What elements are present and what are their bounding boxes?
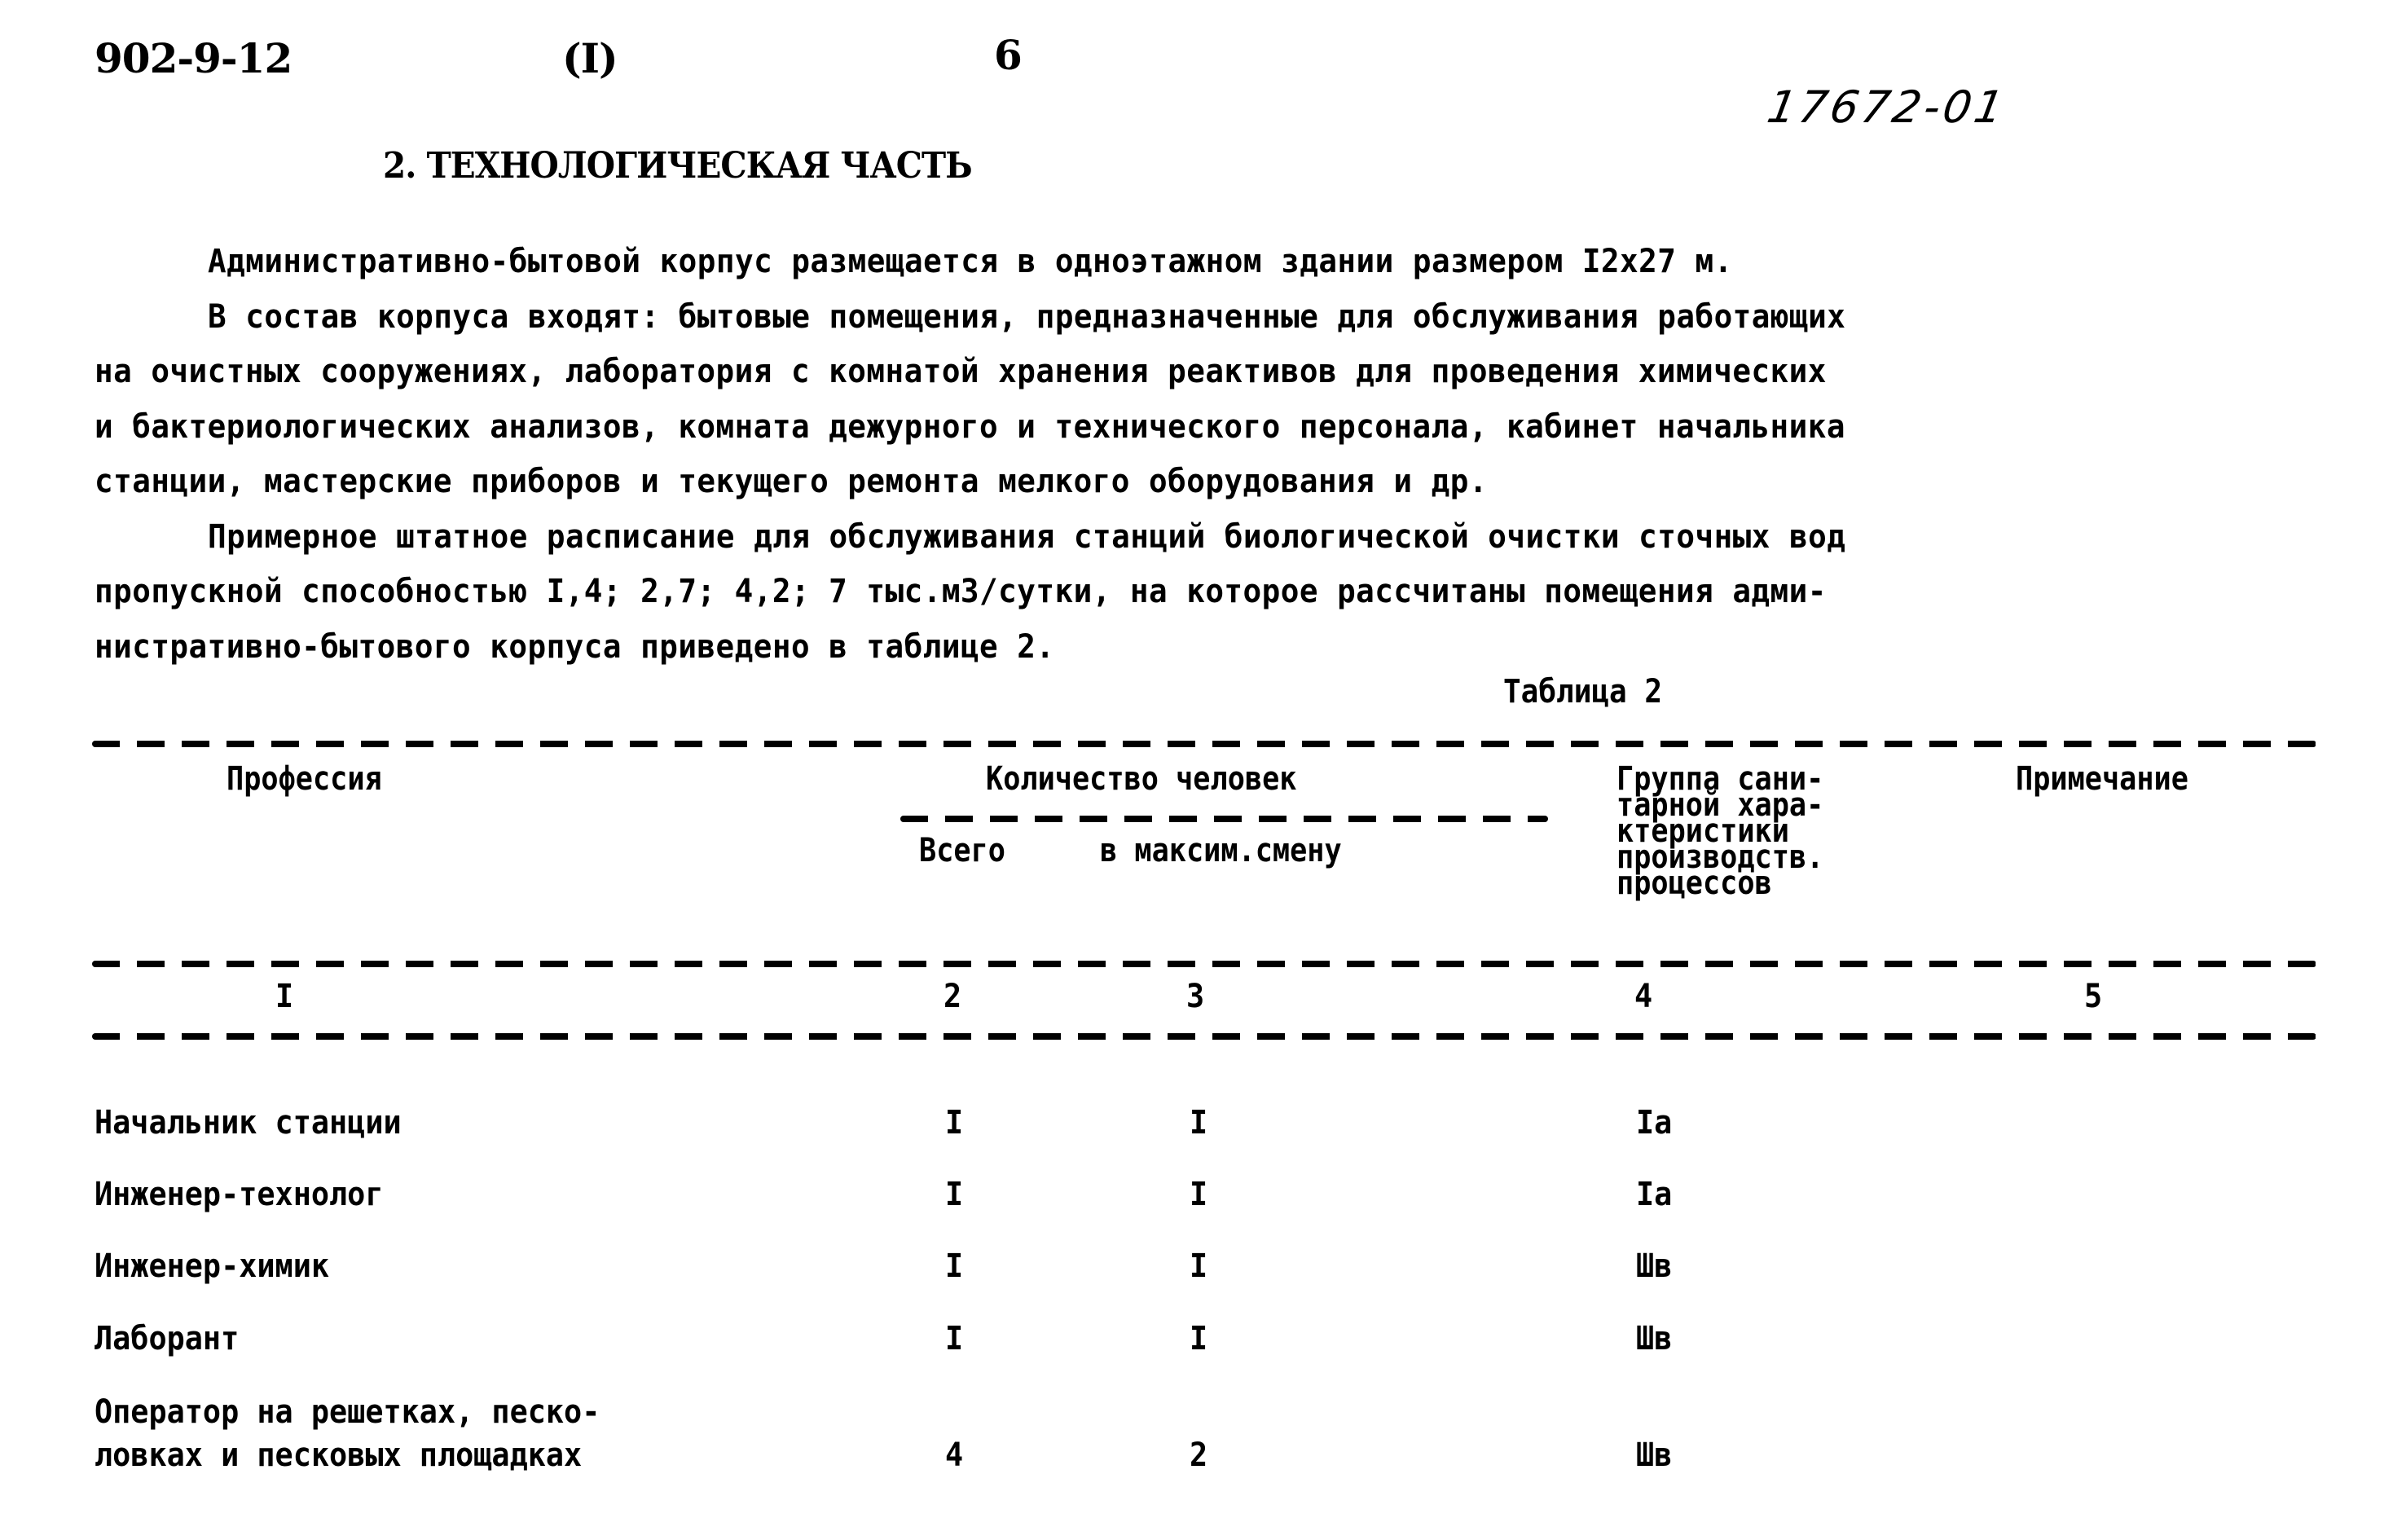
header-sanitary-group: Группа сани- тарной хара- ктеристики про…: [1616, 763, 1823, 900]
row-profession: Инженер-технолог: [95, 1176, 384, 1213]
row-total: I: [945, 1176, 964, 1213]
paragraph-line: Примерное штатное расписание для обслужи…: [208, 518, 1846, 556]
count-subheader-rule: [900, 816, 1548, 822]
row-sanitary-group: Шв: [1636, 1247, 1673, 1285]
header-total: Всего: [919, 832, 1005, 869]
row-max-shift: I: [1190, 1176, 1208, 1213]
row-profession: Лаборант: [95, 1320, 240, 1357]
page-number: 6: [994, 31, 1023, 79]
row-sanitary-group: Iа: [1636, 1104, 1673, 1142]
table-top-rule: [92, 741, 2316, 747]
row-total: I: [945, 1320, 964, 1357]
handwritten-inventory-number: 17672-01: [1763, 81, 2011, 133]
row-max-shift: I: [1190, 1104, 1208, 1142]
column-number: 2: [943, 978, 962, 1015]
section-title: 2. ТЕХНОЛОГИЧЕСКАЯ ЧАСТЬ: [383, 145, 973, 187]
paragraph-line: Административно-бытовой корпус размещает…: [208, 243, 1733, 280]
row-profession: ловках и песковых площадках: [95, 1437, 583, 1474]
row-total: I: [945, 1104, 964, 1142]
paragraph-line: на очистных сооружениях, лаборатория с к…: [95, 353, 1827, 390]
table-caption: Таблица 2: [1503, 673, 1663, 711]
header-max-shift: в максим.смену: [1100, 832, 1342, 869]
column-number: I: [275, 978, 294, 1015]
paragraph-line: нистративно-бытового корпуса приведено в…: [95, 628, 1055, 666]
column-number: 3: [1186, 978, 1205, 1015]
row-max-shift: I: [1190, 1247, 1208, 1285]
row-max-shift: I: [1190, 1320, 1208, 1357]
header-bottom-rule: [92, 961, 2316, 967]
paragraph-line: В состав корпуса входят: бытовые помещен…: [208, 298, 1846, 336]
header-profession: Профессия: [227, 760, 382, 798]
column-number: 4: [1634, 978, 1653, 1015]
row-max-shift: 2: [1190, 1437, 1208, 1474]
row-sanitary-group: Шв: [1636, 1437, 1673, 1474]
row-profession: Оператор на решетках, песко-: [95, 1393, 600, 1431]
row-sanitary-group: Iа: [1636, 1176, 1673, 1213]
row-total: I: [945, 1247, 964, 1285]
header-count-group: Количество человек: [986, 760, 1297, 798]
paragraph-line: станции, мастерские приборов и текущего …: [95, 463, 1488, 500]
row-total: 4: [945, 1437, 964, 1474]
row-sanitary-group: Шв: [1636, 1320, 1673, 1357]
row-profession: Начальник станции: [95, 1104, 402, 1142]
paragraph-line: пропускной способностью I,4; 2,7; 4,2; 7…: [95, 573, 1827, 610]
column-number: 5: [2084, 978, 2103, 1015]
volume-number: (I): [562, 34, 618, 82]
column-numbers-rule: [92, 1033, 2316, 1040]
header-note: Примечание: [2016, 760, 2188, 798]
paragraph-line: и бактериологических анализов, комната д…: [95, 408, 1845, 446]
document-code: 902-9-12: [95, 34, 293, 82]
row-profession: Инженер-химик: [95, 1247, 330, 1285]
